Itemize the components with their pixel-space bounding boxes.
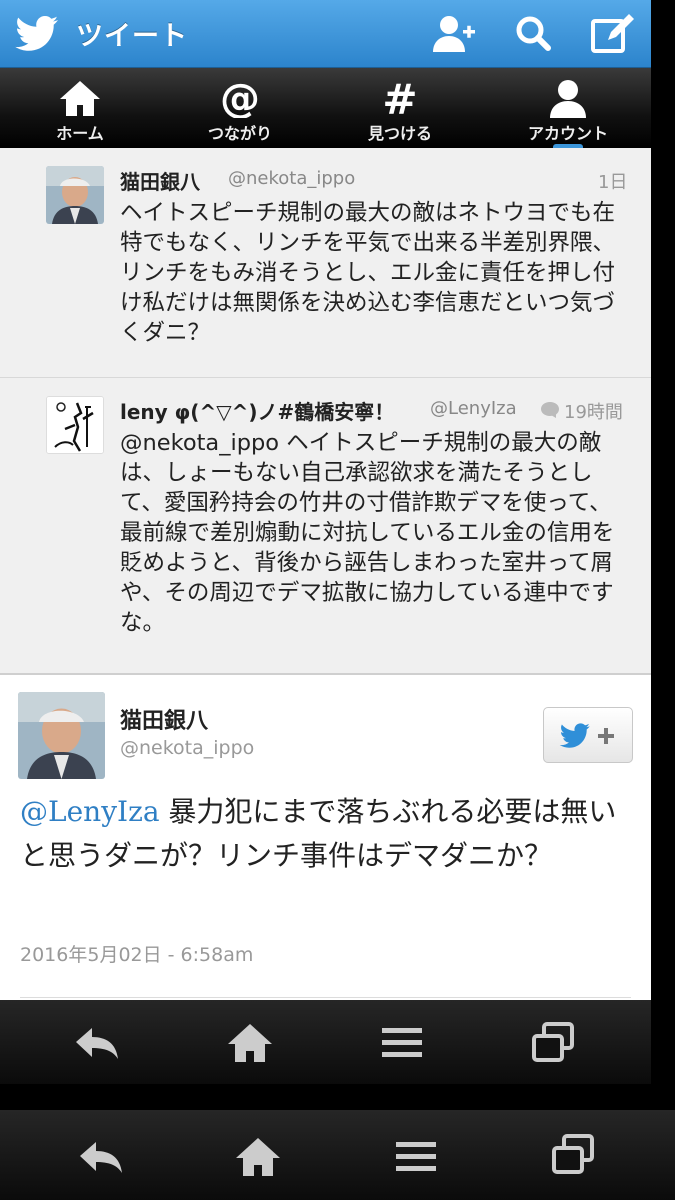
add-user-icon[interactable] bbox=[430, 12, 478, 56]
twitter-bird-icon[interactable] bbox=[14, 14, 60, 54]
plus-icon bbox=[598, 728, 614, 744]
system-nav-bar-secondary bbox=[0, 1110, 675, 1200]
detail-author-name: 猫田銀八 bbox=[120, 709, 209, 734]
detail-author-handle: @nekota_ippo bbox=[120, 737, 255, 759]
system-nav-bar bbox=[0, 1000, 651, 1084]
search-icon[interactable] bbox=[510, 12, 558, 56]
tab-label: つながり bbox=[207, 124, 272, 143]
recent-apps-icon[interactable] bbox=[528, 1020, 580, 1066]
tab-home[interactable]: ホーム bbox=[22, 68, 138, 148]
top-app-bar: ツイート bbox=[0, 0, 651, 68]
divider bbox=[0, 673, 651, 675]
page-title: ツイート bbox=[76, 21, 188, 52]
detail-avatar[interactable] bbox=[18, 692, 105, 779]
tab-label: 見つける bbox=[367, 124, 432, 143]
mention-link[interactable]: @LenyIza bbox=[20, 795, 160, 828]
back-icon[interactable] bbox=[72, 1020, 124, 1066]
tweet-author-name: 猫田銀八 bbox=[120, 170, 200, 194]
svg-text:@: @ bbox=[220, 78, 260, 118]
tweet-text: @nekota_ippo ヘイトスピーチ規制の最大の敵は、しょーもない自己承認欲… bbox=[120, 430, 615, 636]
menu-icon[interactable] bbox=[376, 1020, 428, 1066]
home-icon bbox=[60, 81, 100, 116]
home-icon[interactable] bbox=[224, 1020, 276, 1066]
tweet-item[interactable]: 猫田銀八 @nekota_ippo 1日 ヘイトスピーチ規制の最大の敵はネトウヨ… bbox=[0, 148, 651, 378]
compose-icon[interactable] bbox=[588, 12, 636, 56]
detail-tweet-text: @LenyIza 暴力犯にまで落ちぶれる必要は無いと思うダニが？リンチ事件はデマ… bbox=[20, 790, 620, 878]
screen-edge bbox=[651, 0, 675, 1110]
avatar[interactable] bbox=[46, 166, 104, 224]
svg-text:#: # bbox=[382, 78, 417, 118]
avatar[interactable] bbox=[46, 396, 104, 454]
tweet-author-handle: @LenyIza bbox=[430, 398, 517, 419]
tab-connect[interactable]: @ つながり bbox=[180, 68, 300, 148]
detail-timestamp: 2016年5月02日 - 6:58am bbox=[20, 944, 254, 966]
tweet-author-handle: @nekota_ippo bbox=[228, 168, 356, 189]
home-icon[interactable] bbox=[232, 1134, 284, 1180]
tweet-text: ヘイトスピーチ規制の最大の敵はネトウヨでも在特でもなく、リンチを平気で出来る半差… bbox=[120, 200, 616, 346]
follow-button[interactable] bbox=[543, 707, 633, 763]
tab-bar: ホーム @ つながり # 見つける アカウント bbox=[0, 68, 651, 148]
person-icon bbox=[550, 80, 586, 118]
hash-icon: # bbox=[382, 78, 417, 118]
tweet-list: 猫田銀八 @nekota_ippo 1日 ヘイトスピーチ規制の最大の敵はネトウヨ… bbox=[0, 148, 651, 673]
tweet-time: 1日 bbox=[598, 172, 628, 193]
menu-icon[interactable] bbox=[390, 1134, 442, 1180]
recent-apps-icon[interactable] bbox=[548, 1132, 600, 1178]
tab-label: ホーム bbox=[56, 124, 104, 143]
at-icon: @ bbox=[220, 78, 260, 118]
conversation-icon bbox=[541, 402, 559, 418]
tweet-item[interactable]: leny φ(^▽^)ノ#鶴橋安寧！ @LenyIza 19時間 @nekota… bbox=[0, 378, 651, 673]
twitter-bird-icon bbox=[559, 723, 590, 748]
tab-discover[interactable]: # 見つける bbox=[340, 68, 460, 148]
divider bbox=[20, 997, 631, 998]
tweet-author-name: leny φ(^▽^)ノ#鶴橋安寧！ bbox=[120, 400, 395, 424]
tweet-time: 19時間 bbox=[564, 402, 623, 423]
tab-account[interactable]: アカウント bbox=[505, 68, 631, 148]
screen: ツイート ホーム @ つながり # 見つける アカウント 猫田銀八 @nekot… bbox=[0, 0, 675, 1200]
back-icon[interactable] bbox=[76, 1134, 128, 1180]
tab-label: アカウント bbox=[527, 124, 608, 143]
